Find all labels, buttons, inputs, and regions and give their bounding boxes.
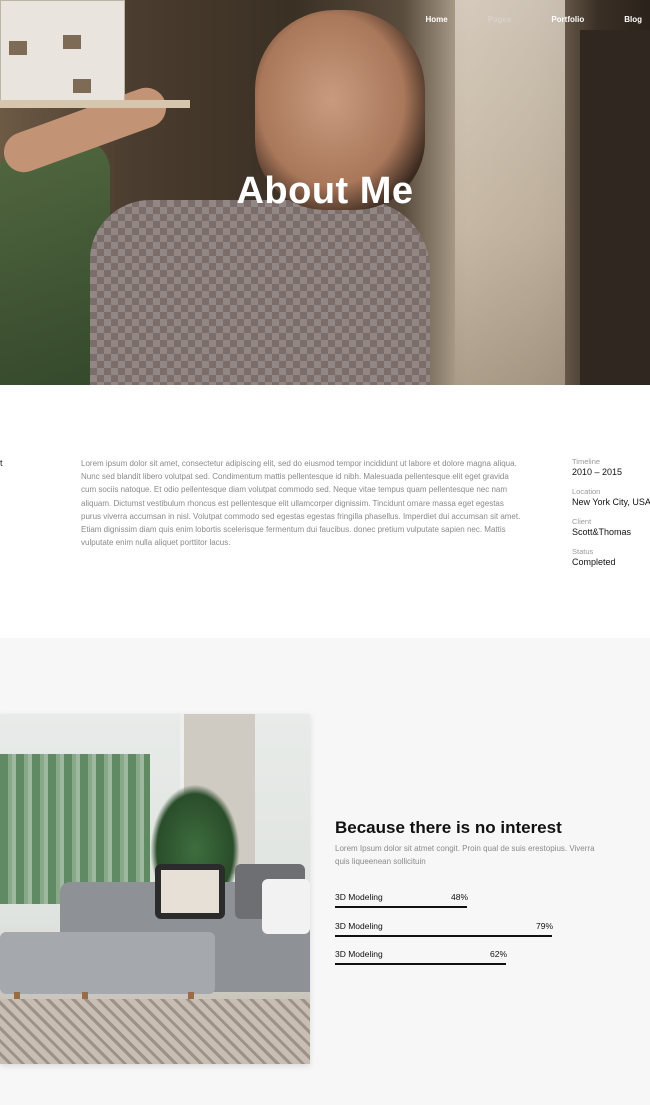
skill-label: 3D Modeling bbox=[335, 949, 383, 959]
meta-value: 2010 – 2015 bbox=[572, 467, 623, 477]
meta-value: New York City, USA bbox=[572, 497, 650, 507]
project-info-section: t Lorem ipsum dolor sit amet, consectetu… bbox=[0, 385, 650, 638]
hero-house-model bbox=[0, 0, 125, 105]
meta-label: Status bbox=[572, 547, 594, 556]
meta-location: Location New York City, USA bbox=[572, 487, 650, 507]
skill-progress-bar bbox=[335, 935, 552, 937]
meta-status: Status Completed bbox=[572, 547, 650, 567]
project-description: Lorem ipsum dolor sit amet, consectetur … bbox=[81, 459, 521, 548]
page-title: About Me bbox=[236, 170, 414, 212]
hero-banner: Home Pages Portfolio Blog About Me bbox=[0, 0, 650, 385]
meta-value: Scott&Thomas bbox=[572, 527, 632, 537]
nav-portfolio[interactable]: Portfolio bbox=[551, 15, 584, 24]
meta-value: Completed bbox=[572, 557, 616, 567]
meta-label: Location bbox=[572, 487, 601, 496]
photo-pillow bbox=[155, 864, 225, 919]
living-room-photo bbox=[0, 714, 310, 1064]
skills-section: Because there is no interest Lorem Ipsum… bbox=[0, 638, 650, 1105]
nav-blog[interactable]: Blog bbox=[624, 15, 642, 24]
hero-person-shirt bbox=[90, 200, 430, 385]
skill-percent: 79% bbox=[536, 921, 554, 931]
photo-ottoman bbox=[0, 932, 215, 994]
section-label-cropped: t bbox=[0, 458, 3, 468]
skill-label: 3D Modeling bbox=[335, 921, 383, 931]
skill-label: 3D Modeling bbox=[335, 892, 383, 902]
meta-label: Client bbox=[572, 517, 592, 526]
meta-label: Timeline bbox=[572, 457, 601, 466]
skill-percent: 48% bbox=[451, 892, 469, 902]
skills-heading: Because there is no interest bbox=[335, 818, 562, 837]
hero-model-board bbox=[0, 100, 190, 108]
skills-intro: Lorem Ipsum dolor sit atmet congit. Proi… bbox=[335, 844, 595, 866]
project-meta: Timeline 2010 – 2015 Location New York C… bbox=[572, 457, 650, 577]
skill-progress-bar bbox=[335, 963, 506, 965]
top-nav: Home Pages Portfolio Blog bbox=[386, 15, 642, 24]
photo-rug bbox=[0, 999, 310, 1064]
meta-timeline: Timeline 2010 – 2015 bbox=[572, 457, 650, 477]
photo-pillow bbox=[262, 879, 310, 934]
nav-home[interactable]: Home bbox=[426, 15, 448, 24]
skill-percent: 62% bbox=[490, 949, 508, 959]
skill-progress-bar bbox=[335, 906, 467, 908]
meta-client: Client Scott&Thomas bbox=[572, 517, 650, 537]
nav-pages[interactable]: Pages bbox=[488, 15, 512, 24]
